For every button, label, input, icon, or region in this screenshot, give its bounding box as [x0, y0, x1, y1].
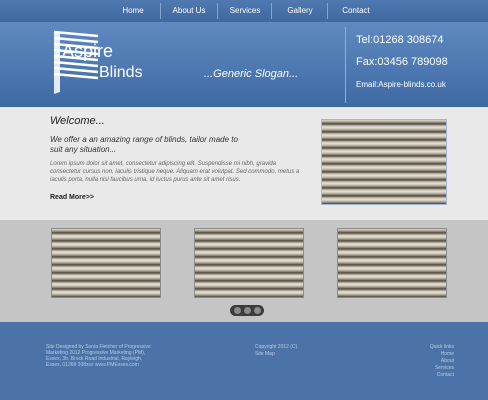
header-divider [345, 27, 346, 103]
nav-divider [327, 3, 328, 19]
nav-about-us[interactable]: About Us [164, 0, 214, 22]
gallery-thumbnail[interactable] [51, 228, 161, 298]
footer-quick-links: Quick links Home About Services Contact [404, 344, 454, 379]
footer-copyright-block: Copyright 2012 (C) Site Map [255, 344, 297, 358]
nav-services[interactable]: Services [221, 0, 269, 22]
footer-credits: Site Designed by Sonia Fletcher of Progr… [46, 344, 151, 368]
contact-tel: Tel:01268 308674 [356, 34, 444, 46]
logo-text-aspire: Aspire [62, 41, 114, 61]
blinds-photo [321, 119, 447, 205]
slider-dot[interactable] [254, 307, 261, 314]
slider-dot[interactable] [244, 307, 251, 314]
footer-copyright: Copyright 2012 (C) [255, 344, 298, 350]
blinds-logo-icon [53, 30, 99, 94]
nav-divider [217, 3, 218, 19]
contact-email[interactable]: Email:Aspire-blinds.co.uk [356, 80, 446, 89]
gallery-thumbnail[interactable] [194, 228, 304, 298]
welcome-intro: We offer a an amazing range of blinds, t… [50, 135, 238, 154]
nav-gallery[interactable]: Gallery [275, 0, 325, 22]
welcome-title: Welcome... [50, 115, 105, 127]
gallery-thumbnail[interactable] [337, 228, 447, 298]
footer-sitemap-link[interactable]: Site Map [255, 351, 297, 358]
logo-text-blinds: Blinds [99, 64, 143, 81]
read-more-link[interactable]: Read More>> [50, 194, 94, 201]
quick-link-about[interactable]: About [404, 358, 454, 365]
slider-dot[interactable] [234, 307, 241, 314]
quick-link-services[interactable]: Services [404, 365, 454, 372]
quick-links-title: Quick links [429, 344, 454, 350]
quick-link-home[interactable]: Home [404, 351, 454, 358]
nav-divider [160, 3, 161, 19]
nav-home[interactable]: Home [108, 0, 158, 22]
slogan: ...Generic Slogan... [204, 68, 299, 80]
welcome-body-text: Lorem ipsum dolor sit amet, consectetur … [50, 161, 300, 183]
nav-contact[interactable]: Contact [331, 0, 381, 22]
quick-link-contact[interactable]: Contact [404, 372, 454, 379]
nav-divider [271, 3, 272, 19]
contact-fax: Fax:03456 789098 [356, 56, 448, 68]
